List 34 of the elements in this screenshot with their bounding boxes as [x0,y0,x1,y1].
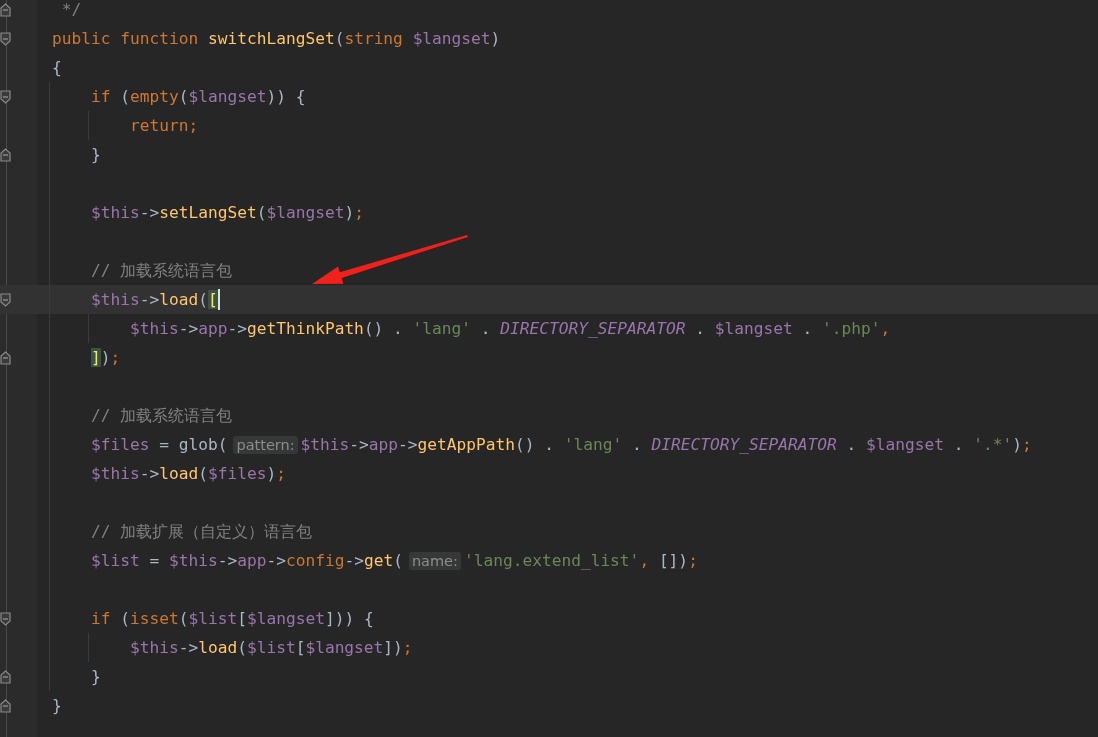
code-text: $this->load($files); [90,464,286,483]
parameter-hint: pattern: [233,435,298,454]
code-text: } [90,667,101,686]
code-text: if (isset($list[$langset])) { [90,609,374,628]
fold-marker-icon[interactable] [0,698,11,713]
code-text: */ [60,0,82,19]
code-text: // 加载系统语言包 [90,404,233,427]
fold-marker-icon[interactable] [0,89,11,104]
fold-marker-icon[interactable] [0,2,11,17]
code-text: // 加载扩展（自定义）语言包 [90,520,313,543]
fold-marker-icon[interactable] [0,611,11,626]
code-text: public function switchLangSet(string $langset) [52,29,501,48]
code-editor[interactable] [0,0,1098,737]
code-text: } [90,145,101,164]
fold-marker-icon[interactable] [0,292,11,307]
code-text: { [52,58,62,77]
code-text: $this->load($list[$langset]); [129,638,413,657]
code-text: $this->load([ [90,290,218,309]
code-text: $files = glob( [90,435,228,454]
fold-marker-icon[interactable] [0,669,11,684]
code-text: $this->app->getThinkPath() . 'lang' . DIRECTORY_SEPARATOR . $langset . '.php', [129,319,891,338]
code-text: if (empty($langset)) { [90,87,306,106]
code-text: // 加载系统语言包 [90,259,233,282]
code-text: return; [129,116,199,135]
fold-marker-icon[interactable] [0,350,11,365]
code-text: } [52,696,62,715]
code-text: $this->setLangSet($langset); [90,203,364,222]
code-text: $list = $this->app->config->get( [90,551,403,570]
fold-marker-icon[interactable] [0,147,11,162]
parameter-hint: name: [408,551,461,570]
code-text: $this->app->getAppPath() . 'lang' . DIRECTORY_SEPARATOR . $langset . '.*'); [300,435,1032,454]
fold-marker-icon[interactable] [0,31,11,46]
code-text: ]); [90,348,121,367]
code-text: 'lang.extend_list', []); [463,551,698,570]
